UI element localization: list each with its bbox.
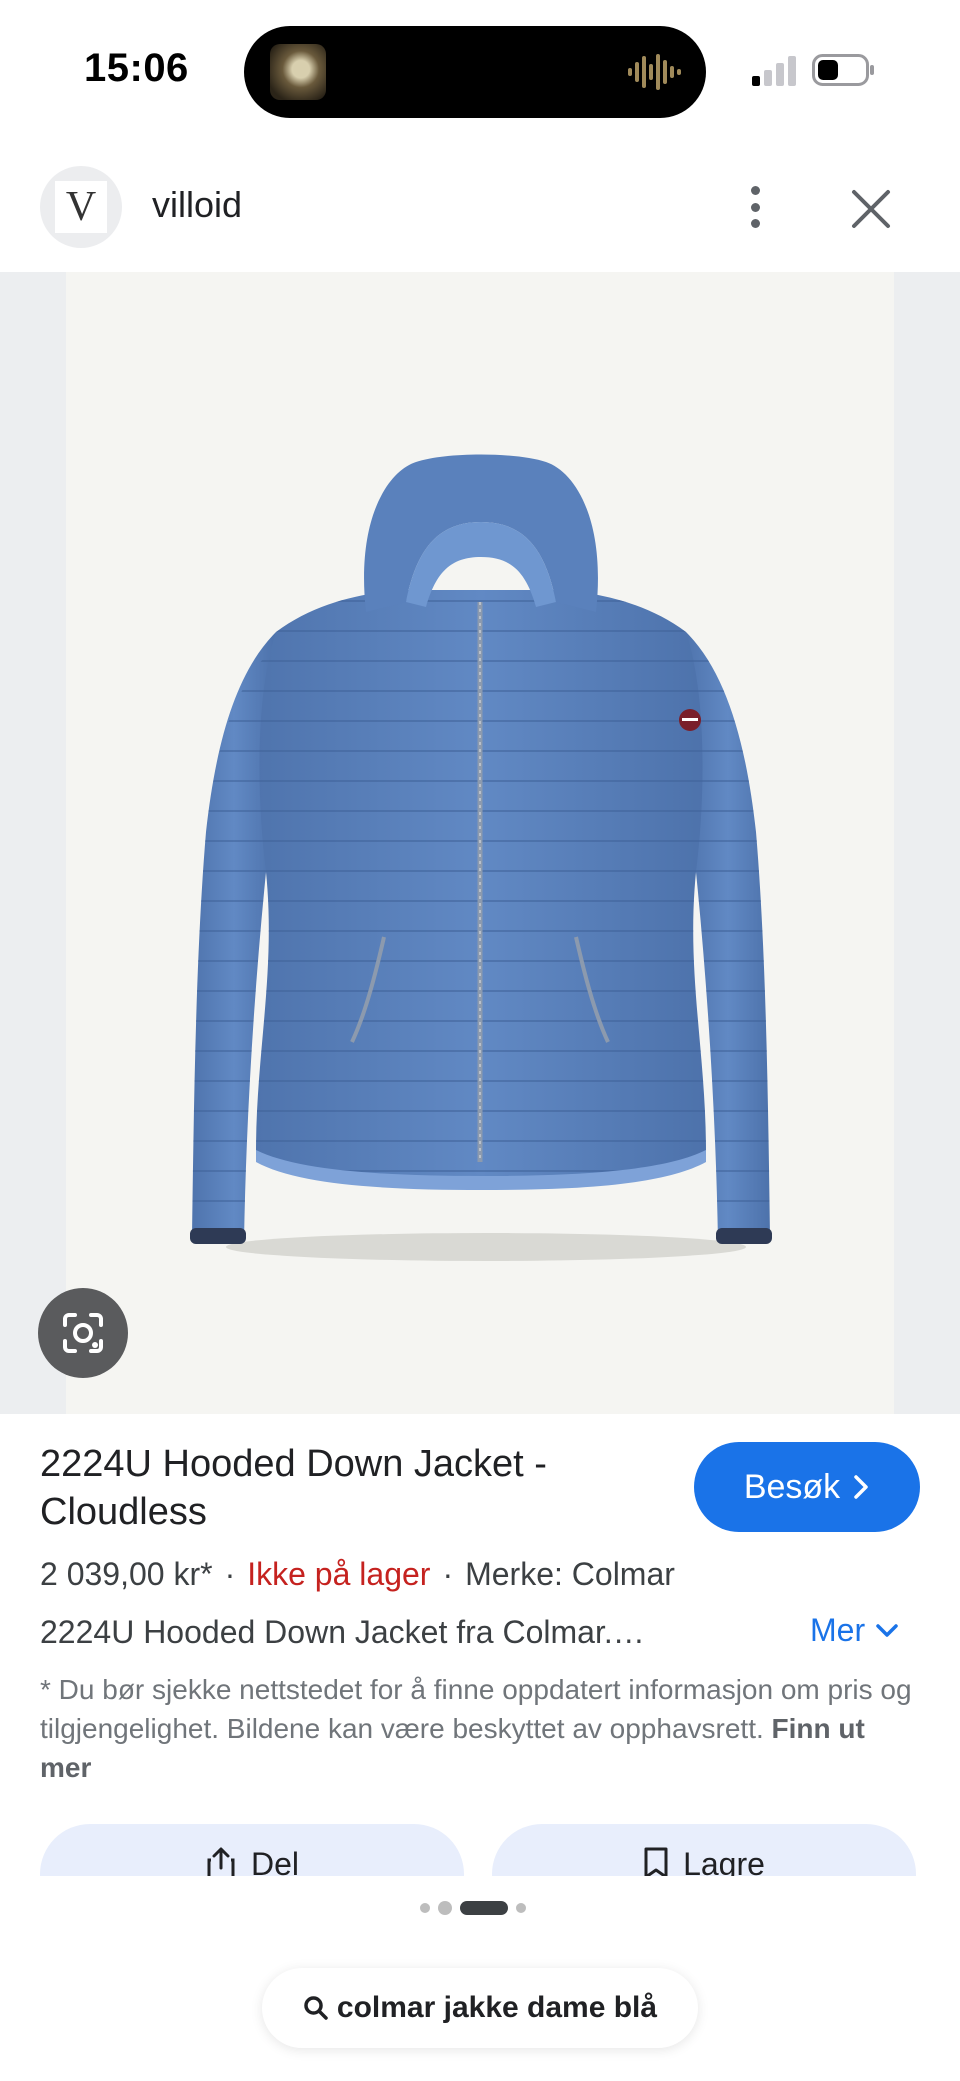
chevron-right-icon: [854, 1475, 868, 1499]
lens-icon: [63, 1313, 103, 1353]
page-dot[interactable]: [516, 1903, 526, 1913]
dynamic-island[interactable]: [244, 26, 706, 118]
close-icon[interactable]: [848, 186, 894, 232]
status-bar: 15:06: [0, 0, 960, 140]
product-image: [66, 272, 894, 1414]
jacket-illustration: [190, 454, 772, 1261]
site-name[interactable]: villoid: [152, 184, 242, 226]
product-meta: 2 039,00 kr* · Ikke på lager · Merke: Colmar: [40, 1556, 675, 1593]
now-playing-artwork: [270, 44, 326, 100]
more-button[interactable]: Mer: [810, 1612, 899, 1649]
save-label: Lagre: [683, 1846, 765, 1876]
share-icon: [207, 1847, 235, 1876]
site-favicon[interactable]: V: [40, 166, 122, 248]
site-logo-letter: V: [65, 184, 97, 230]
action-row: Del Lagre: [0, 1820, 960, 1876]
battery-icon: [812, 54, 874, 86]
search-query-pill[interactable]: colmar jakke dame blå: [262, 1968, 698, 2048]
visit-button[interactable]: Besøk: [694, 1442, 920, 1532]
page-dot[interactable]: [420, 1903, 430, 1913]
separator-dot: ·: [224, 1556, 236, 1592]
result-pagination: [420, 1901, 526, 1915]
product-description: 2224U Hooded Down Jacket fra Colmar.…: [40, 1614, 645, 1650]
product-price: 2 039,00 kr*: [40, 1556, 213, 1592]
status-time: 15:06: [84, 46, 189, 90]
share-button[interactable]: Del: [40, 1824, 464, 1876]
separator-dot: ·: [442, 1556, 454, 1592]
disclaimer: * Du bør sjekke nettstedet for å finne o…: [40, 1670, 920, 1787]
product-brand: Merke: Colmar: [465, 1556, 675, 1592]
bookmark-icon: [644, 1847, 668, 1876]
cellular-signal-icon: [752, 56, 796, 86]
stock-status: Ikke på lager: [247, 1556, 431, 1592]
save-button[interactable]: Lagre: [492, 1824, 916, 1876]
chevron-down-icon: [876, 1623, 898, 1637]
page-dot-active[interactable]: [460, 1901, 508, 1915]
search-icon: [304, 1996, 328, 2020]
product-title: 2224U Hooded Down Jacket - Cloudless: [40, 1443, 547, 1533]
image-viewer[interactable]: [0, 272, 960, 1414]
page-dot[interactable]: [438, 1901, 452, 1915]
more-options-icon[interactable]: [738, 182, 772, 232]
google-lens-button[interactable]: [38, 1288, 128, 1378]
more-label: Mer: [810, 1612, 866, 1648]
audio-waveform-icon: [628, 54, 681, 90]
visit-button-label: Besøk: [743, 1467, 841, 1506]
share-label: Del: [250, 1846, 299, 1876]
site-header: V villoid: [0, 160, 960, 270]
search-query: colmar jakke dame blå: [336, 1991, 658, 2024]
